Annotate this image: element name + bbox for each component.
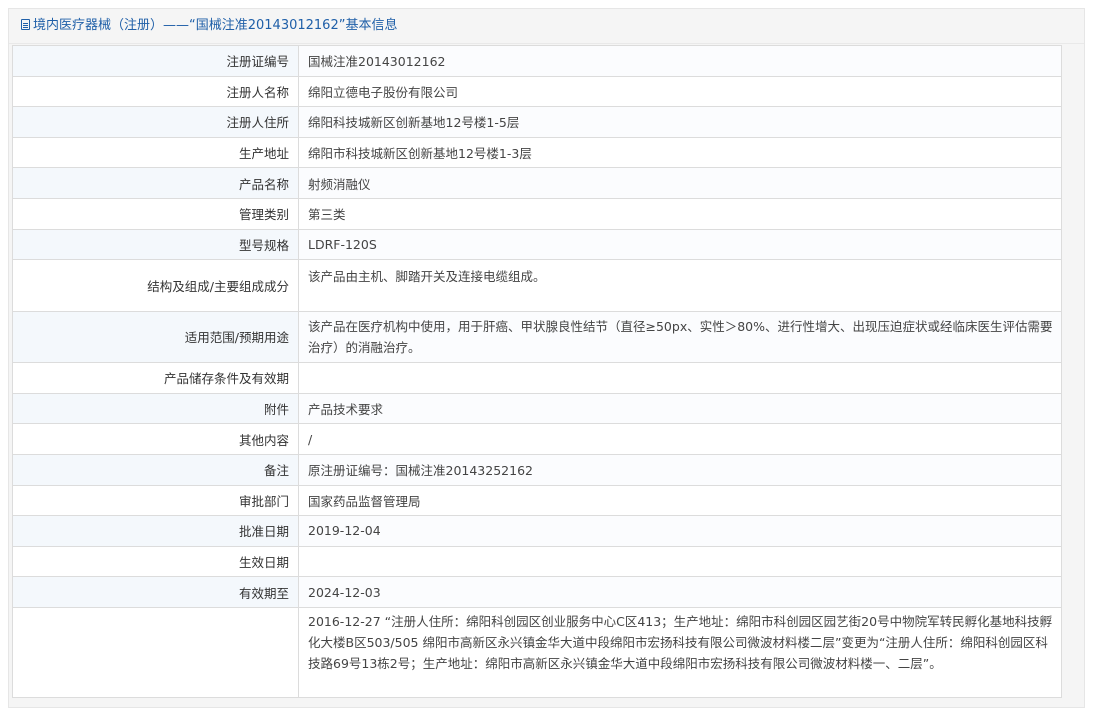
row-value: 产品技术要求 [298, 392, 1062, 425]
table-row: 结构及组成/主要组成成分 该产品由主机、脚踏开关及连接电缆组成。 [12, 259, 1062, 313]
row-value: 射频消融仪 [298, 167, 1062, 199]
row-value: 2024-12-03 [298, 576, 1062, 608]
table-row: 型号规格 LDRF-120S [12, 228, 1062, 261]
row-label: 型号规格 [12, 228, 299, 261]
row-label: 适用范围/预期用途 [12, 311, 299, 364]
row-value: 绵阳市科技城新区创新基地12号楼1-3层 [298, 136, 1062, 169]
info-table: 注册证编号 国械注准20143012162 注册人名称 绵阳立德电子股份有限公司… [12, 45, 1062, 698]
row-value: 原注册证编号：国械注准20143252162 [298, 453, 1062, 486]
table-row: 注册人住所 绵阳科技城新区创新基地12号楼1-5层 [12, 106, 1062, 138]
row-label: 注册证编号 [12, 45, 299, 77]
row-label: 管理类别 [12, 197, 299, 230]
row-value: / [298, 423, 1062, 455]
table-row: 备注 原注册证编号：国械注准20143252162 [12, 453, 1062, 486]
row-value: 国家药品监督管理局 [298, 484, 1062, 517]
row-label: 产品名称 [12, 167, 299, 199]
table-row: 其他内容 / [12, 423, 1062, 455]
page-title: 境内医疗器械（注册）——“国械注准20143012162”基本信息 [33, 18, 398, 33]
row-value: 绵阳立德电子股份有限公司 [298, 75, 1062, 108]
row-label: 结构及组成/主要组成成分 [12, 259, 299, 313]
row-value [298, 545, 1062, 578]
row-value: LDRF-120S [298, 228, 1062, 261]
table-row: 注册人名称 绵阳立德电子股份有限公司 [12, 75, 1062, 108]
table-row: 生产地址 绵阳市科技城新区创新基地12号楼1-3层 [12, 136, 1062, 169]
table-row: 产品储存条件及有效期 [12, 362, 1062, 394]
row-value: 国械注准20143012162 [298, 45, 1062, 77]
row-label [12, 606, 299, 698]
row-label: 备注 [12, 453, 299, 486]
row-label: 注册人住所 [12, 106, 299, 138]
row-label: 注册人名称 [12, 75, 299, 108]
row-label: 其他内容 [12, 423, 299, 455]
row-value: 该产品由主机、脚踏开关及连接电缆组成。 [298, 259, 1062, 313]
row-value: 绵阳科技城新区创新基地12号楼1-5层 [298, 106, 1062, 138]
table-row: 产品名称 射频消融仪 [12, 167, 1062, 199]
panel-title-bar: 境内医疗器械（注册）——“国械注准20143012162”基本信息 [9, 9, 1084, 44]
table-row: 管理类别 第三类 [12, 197, 1062, 230]
info-table-container: 注册证编号 国械注准20143012162 注册人名称 绵阳立德电子股份有限公司… [12, 45, 1062, 698]
row-label: 产品储存条件及有效期 [12, 362, 299, 394]
row-value [298, 362, 1062, 394]
table-row: 生效日期 [12, 545, 1062, 578]
row-label: 有效期至 [12, 576, 299, 608]
table-row: 注册证编号 国械注准20143012162 [12, 45, 1062, 77]
row-label: 审批部门 [12, 484, 299, 517]
document-icon [21, 19, 30, 30]
table-row: 附件 产品技术要求 [12, 392, 1062, 425]
row-label: 生产地址 [12, 136, 299, 169]
row-value: 2019-12-04 [298, 515, 1062, 547]
table-row: 批准日期 2019-12-04 [12, 515, 1062, 547]
table-row: 2016-12-27 “注册人住所：绵阳科创园区创业服务中心C区413；生产地址… [12, 606, 1062, 698]
row-label: 批准日期 [12, 515, 299, 547]
table-row: 审批部门 国家药品监督管理局 [12, 484, 1062, 517]
row-label: 附件 [12, 392, 299, 425]
row-value: 第三类 [298, 197, 1062, 230]
row-value: 该产品在医疗机构中使用，用于肝癌、甲状腺良性结节（直径≥50px、实性＞80%、… [298, 311, 1062, 364]
row-value: 2016-12-27 “注册人住所：绵阳科创园区创业服务中心C区413；生产地址… [298, 606, 1062, 698]
table-row: 适用范围/预期用途 该产品在医疗机构中使用，用于肝癌、甲状腺良性结节（直径≥50… [12, 311, 1062, 364]
table-row: 有效期至 2024-12-03 [12, 576, 1062, 608]
row-label: 生效日期 [12, 545, 299, 578]
